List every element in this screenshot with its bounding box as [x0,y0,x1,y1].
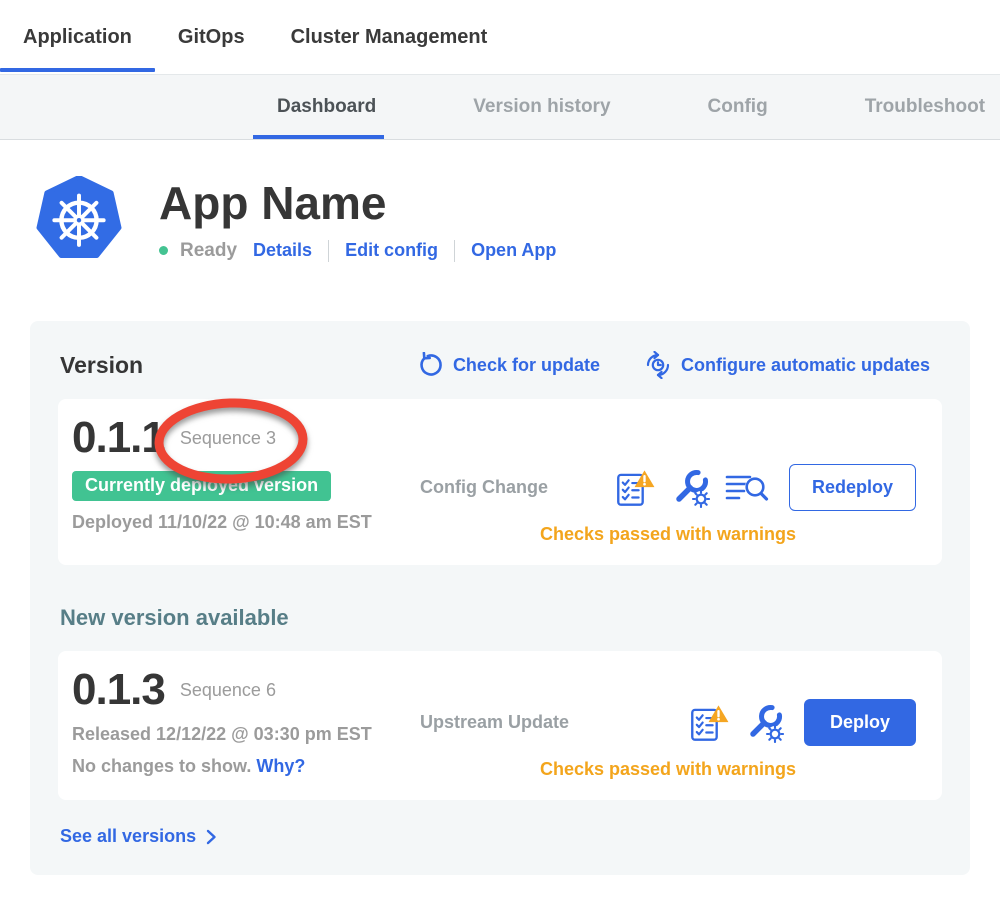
tab-cluster-management-label: Cluster Management [291,26,488,49]
current-version-row: 0.1.1 Sequence 3 [72,415,420,461]
wrench-gear-icon[interactable] [744,703,784,743]
current-action-row: Config Change [420,464,916,511]
tab-dashboard-label: Dashboard [277,96,376,118]
tab-version-history[interactable]: Version history [449,75,634,139]
refresh-icon [418,352,444,378]
see-all-versions-link[interactable]: See all versions [60,826,942,847]
app-name-title: App Name [159,178,556,229]
details-link[interactable]: Details [253,240,312,261]
current-source-label: Config Change [420,477,548,498]
configure-automatic-updates-label: Configure automatic updates [681,355,930,376]
app-status-row: Ready Details Edit config Open App [159,240,556,262]
version-title: Version [60,352,418,379]
open-app-link[interactable]: Open App [471,240,556,261]
app-sub-nav: Dashboard Version history Config Trouble… [0,75,1000,140]
tab-gitops-label: GitOps [178,26,245,49]
released-timestamp: Released 12/12/22 @ 03:30 pm EST [72,724,420,745]
deploy-button[interactable]: Deploy [804,699,916,746]
status-text: Ready [180,240,237,262]
see-all-versions-label: See all versions [60,826,196,847]
tab-application-label: Application [23,26,132,49]
check-for-update-link[interactable]: Check for update [418,352,600,378]
new-icon-group [689,703,784,743]
currently-deployed-badge: Currently deployed version [72,471,331,501]
version-actions: Check for update Configure automatic upd… [418,351,930,379]
new-sequence-label: Sequence 6 [180,680,276,700]
version-section: Version Check for update [30,321,970,875]
new-version-actions: Upstream Update [420,667,916,780]
new-version-info: 0.1.3 Sequence 6 Released 12/12/22 @ 03:… [72,667,420,780]
deployed-timestamp: Deployed 11/10/22 @ 10:48 am EST [72,512,420,533]
current-version-actions: Config Change [420,415,916,545]
configure-automatic-updates-link[interactable]: Configure automatic updates [644,351,930,379]
edit-config-link[interactable]: Edit config [345,240,438,261]
new-version-heading: New version available [60,605,942,631]
tab-application[interactable]: Application [0,0,155,74]
current-icon-group [615,468,769,508]
tab-config-label: Config [708,96,768,118]
check-for-update-label: Check for update [453,355,600,376]
tab-version-history-label: Version history [473,96,610,118]
app-header-text: App Name Ready Details Edit config Open … [159,176,556,262]
wrench-gear-icon[interactable] [670,468,710,508]
kubernetes-logo-icon [35,176,123,268]
auto-update-clock-icon [644,351,672,379]
new-version-card: 0.1.3 Sequence 6 Released 12/12/22 @ 03:… [58,651,942,800]
tab-config[interactable]: Config [684,75,792,139]
current-sequence-wrap: Sequence 3 [175,426,281,451]
new-version-row: 0.1.3 Sequence 6 [72,667,420,713]
version-section-header: Version Check for update [58,351,942,379]
new-sequence-wrap: Sequence 6 [175,678,281,703]
chevron-right-icon [206,829,217,845]
tab-gitops[interactable]: GitOps [155,0,268,74]
checklist-warning-icon[interactable] [615,469,655,507]
app-header: App Name Ready Details Edit config Open … [0,140,1000,273]
new-source-label: Upstream Update [420,712,569,733]
current-version-number: 0.1.1 [72,415,165,461]
lines-magnifier-icon[interactable] [725,471,769,505]
why-link[interactable]: Why? [256,756,305,776]
tab-troubleshoot[interactable]: Troubleshoot [841,75,1000,139]
divider [454,240,455,262]
no-changes-text: No changes to show. [72,756,251,776]
checklist-warning-icon[interactable] [689,704,729,742]
divider [328,240,329,262]
kubernetes-logo [35,176,123,273]
tab-cluster-management[interactable]: Cluster Management [268,0,511,74]
new-checks-status: Checks passed with warnings [420,759,916,780]
tab-dashboard[interactable]: Dashboard [253,75,400,139]
current-version-card: 0.1.1 Sequence 3 Currently deployed vers… [58,399,942,565]
redeploy-button[interactable]: Redeploy [789,464,916,511]
top-nav: Application GitOps Cluster Management [0,0,1000,75]
tab-troubleshoot-label: Troubleshoot [865,96,985,118]
new-action-row: Upstream Update [420,699,916,746]
current-checks-status: Checks passed with warnings [420,524,916,545]
current-version-info: 0.1.1 Sequence 3 Currently deployed vers… [72,415,420,545]
status-dot-icon [159,246,168,255]
diff-row: No changes to show. Why? [72,756,420,777]
new-version-number: 0.1.3 [72,667,165,713]
current-sequence-label: Sequence 3 [180,428,276,448]
